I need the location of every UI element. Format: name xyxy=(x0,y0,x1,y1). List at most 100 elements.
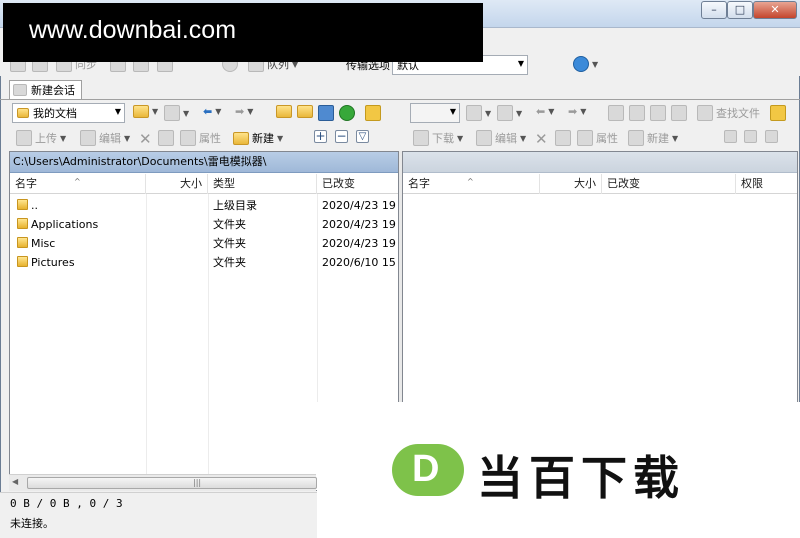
delete-icon: ✕ xyxy=(139,130,152,148)
file-type: 文件夹 xyxy=(213,256,246,269)
local-properties-button[interactable]: 属性 xyxy=(180,130,221,146)
properties-icon xyxy=(577,130,593,146)
remote-unselect-button[interactable] xyxy=(744,130,757,143)
file-row-parent[interactable]: .. 上级目录 2020/4/23 19 xyxy=(10,196,398,215)
local-horizontal-scrollbar[interactable]: ◀ ||| xyxy=(9,474,317,491)
remote-col-name[interactable]: 名字 ^ xyxy=(403,174,540,194)
remote-select-button[interactable] xyxy=(724,130,737,143)
remote-home-button[interactable] xyxy=(650,105,666,121)
remote-tree-button[interactable] xyxy=(770,105,786,121)
watermark-logo: D 当百下载 xyxy=(317,402,800,538)
local-select-all-button[interactable]: ▽ xyxy=(356,130,369,143)
sort-ascending-icon: ^ xyxy=(467,177,474,186)
local-col-name[interactable]: 名字 ^ xyxy=(10,174,146,194)
local-refresh-button[interactable] xyxy=(339,105,355,121)
local-col-size[interactable]: 大小 xyxy=(146,174,208,194)
local-back-button[interactable]: ⬅ ▼ xyxy=(203,105,221,118)
local-path-bar[interactable]: C:\Users\Administrator\Documents\雷电模拟器\ xyxy=(10,152,398,173)
chevron-down-icon: ▼ xyxy=(277,133,284,143)
col-size-label: 大小 xyxy=(180,177,202,190)
chevron-down-icon: ▼ xyxy=(215,107,222,116)
remote-refresh-button[interactable] xyxy=(671,105,687,121)
tab-new-session-label: 新建会话 xyxy=(31,84,75,97)
file-row[interactable]: Misc 文件夹 2020/4/23 19 xyxy=(10,234,398,253)
remote-location-select[interactable]: ▼ xyxy=(410,103,460,123)
file-row[interactable]: Applications 文件夹 2020/4/23 19 xyxy=(10,215,398,234)
rename-icon xyxy=(555,130,571,146)
remote-back-button[interactable]: ⬅ ▼ xyxy=(536,105,554,118)
logo-text: 当百下载 xyxy=(477,451,685,505)
back-icon: ⬅ xyxy=(203,105,213,118)
back-icon: ⬅ xyxy=(536,105,546,118)
remote-col-rights[interactable]: 权限 xyxy=(736,174,797,194)
watermark-banner: www.downbai.com xyxy=(3,3,483,62)
chevron-down-icon: ▼ xyxy=(520,133,527,143)
chevron-down-icon: ▼ xyxy=(449,107,456,116)
local-open-dir-button[interactable]: ▼ xyxy=(133,105,158,118)
remote-path-bar[interactable] xyxy=(403,152,797,173)
local-root-button[interactable] xyxy=(297,105,313,118)
remote-download-button[interactable]: 下载 ▼ xyxy=(413,130,463,146)
select-icon xyxy=(765,130,778,143)
remote-properties-button[interactable]: 属性 xyxy=(577,130,618,146)
local-column-header: 名字 ^ 大小 类型 已改变 xyxy=(10,174,398,194)
local-select-button[interactable]: + xyxy=(314,130,327,143)
remote-forward-button[interactable]: ➡ ▼ xyxy=(568,105,586,118)
plus-icon xyxy=(724,130,737,143)
remote-filter-button[interactable]: ▼ xyxy=(497,105,522,121)
new-folder-icon xyxy=(628,130,644,146)
remote-delete-button[interactable]: ✕ xyxy=(535,130,548,148)
local-location-select[interactable]: 我的文档 ▼ xyxy=(12,103,125,123)
local-col-type[interactable]: 类型 xyxy=(208,174,317,194)
network-button[interactable]: ▼ xyxy=(573,56,598,72)
find-files-label: 查找文件 xyxy=(716,107,760,120)
local-location-value: 我的文档 xyxy=(33,107,77,120)
minimize-button[interactable]: – xyxy=(701,1,727,19)
file-row[interactable]: Pictures 文件夹 2020/6/10 15 xyxy=(10,253,398,272)
properties-icon xyxy=(180,130,196,146)
col-modified-label: 已改变 xyxy=(607,177,640,190)
scroll-thumb[interactable]: ||| xyxy=(27,477,317,489)
upload-label: 上传 xyxy=(35,132,57,145)
chevron-down-icon: ▼ xyxy=(580,107,587,116)
local-col-modified[interactable]: 已改变 xyxy=(317,174,398,194)
local-forward-button[interactable]: ➡ ▼ xyxy=(235,105,253,118)
remote-parent-button[interactable] xyxy=(608,105,624,121)
remote-edit-button[interactable]: 编辑 ▼ xyxy=(476,130,526,146)
remote-find-files-button[interactable]: 查找文件 xyxy=(697,105,760,121)
refresh-icon xyxy=(671,105,687,121)
upload-icon xyxy=(16,130,32,146)
local-rename-button[interactable] xyxy=(158,130,174,146)
local-edit-button[interactable]: 编辑 ▼ xyxy=(80,130,130,146)
local-path: C:\Users\Administrator\Documents\雷电模拟器\ xyxy=(13,155,267,168)
file-name-text: .. xyxy=(31,199,38,212)
maximize-button[interactable]: □ xyxy=(727,1,753,19)
local-parent-button[interactable] xyxy=(276,105,292,118)
select-icon: ▽ xyxy=(356,130,369,143)
local-unselect-button[interactable]: − xyxy=(335,130,348,143)
file-name: Applications xyxy=(12,215,146,234)
remote-col-size[interactable]: 大小 xyxy=(540,174,602,194)
remote-select-all-button[interactable] xyxy=(765,130,778,143)
local-upload-button[interactable]: 上传 ▼ xyxy=(16,130,66,146)
open-folder-icon xyxy=(133,105,149,118)
remote-new-button[interactable]: 新建 ▼ xyxy=(628,130,678,146)
tree-icon xyxy=(770,105,786,121)
local-home-button[interactable] xyxy=(318,105,334,121)
remote-col-modified[interactable]: 已改变 xyxy=(602,174,736,194)
close-button[interactable]: ✕ xyxy=(753,1,797,19)
chevron-down-icon: ▼ xyxy=(485,108,492,118)
local-delete-button[interactable]: ✕ xyxy=(139,130,152,148)
col-type-label: 类型 xyxy=(213,177,235,190)
remote-rename-button[interactable] xyxy=(555,130,571,146)
tab-new-session[interactable]: 新建会话 xyxy=(9,80,82,99)
minimize-icon: – xyxy=(711,3,717,16)
root-icon xyxy=(629,105,645,121)
local-filter-button[interactable]: ▼ xyxy=(164,105,189,121)
remote-root-button[interactable] xyxy=(629,105,645,121)
local-tree-button[interactable] xyxy=(365,105,381,121)
connection-status: 未连接。 xyxy=(10,517,54,530)
local-new-button[interactable]: 新建 ▼ xyxy=(233,130,283,146)
folder-icon xyxy=(17,108,29,118)
remote-open-dir-button[interactable]: ▼ xyxy=(466,105,491,121)
